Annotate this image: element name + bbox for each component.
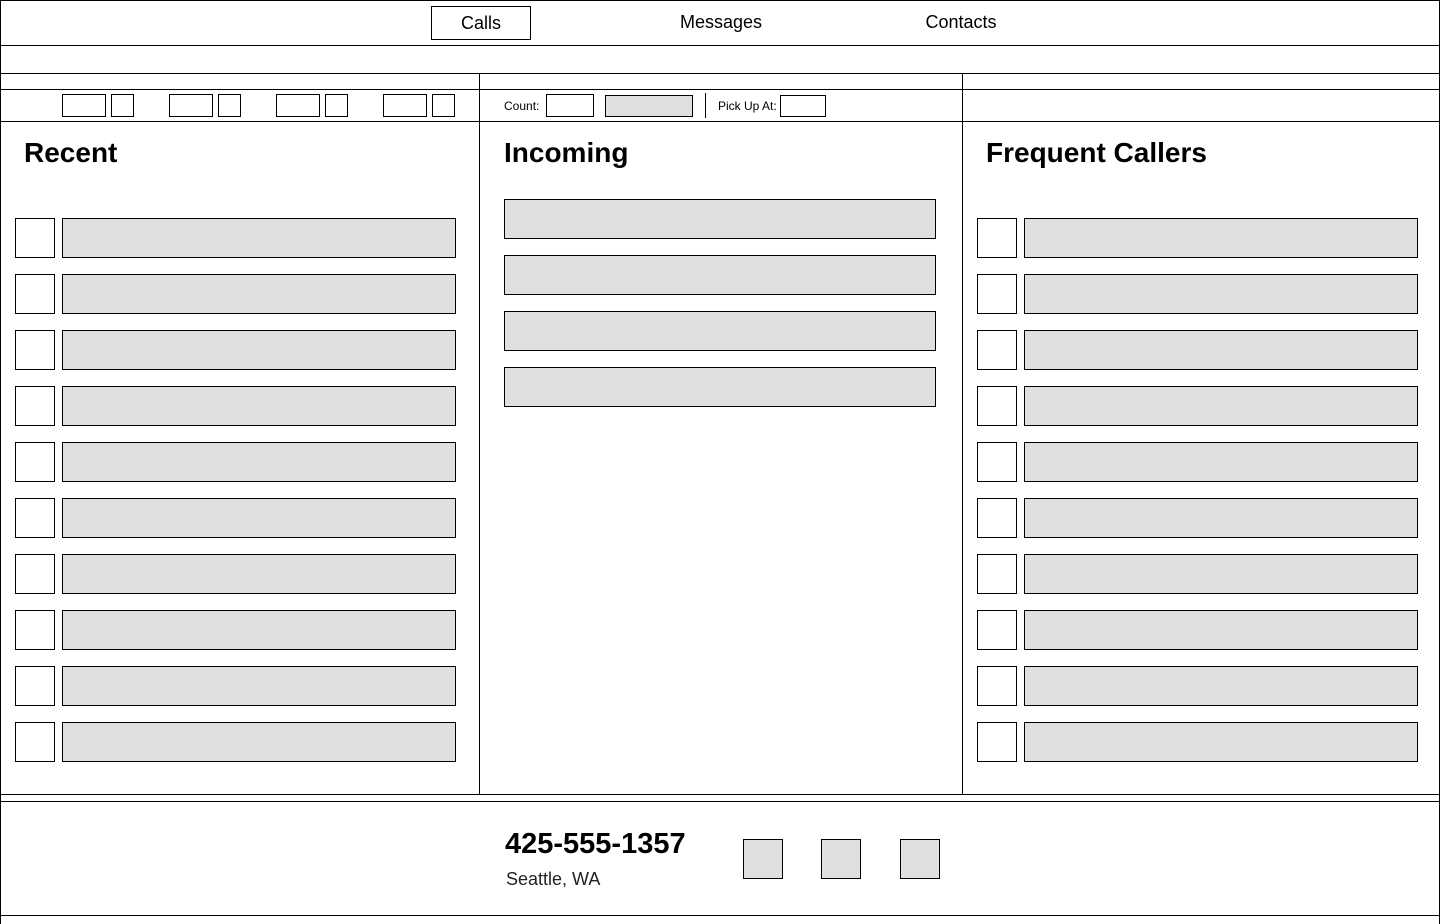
- call-action-button-2[interactable]: [821, 839, 861, 879]
- frequent-caller-avatar[interactable]: [977, 554, 1017, 594]
- filter-toggle-1[interactable]: [111, 94, 134, 117]
- filter-field-2[interactable]: [169, 94, 213, 117]
- frequent-caller-avatar[interactable]: [977, 330, 1017, 370]
- column-divider-right: [962, 73, 963, 794]
- recent-list-item[interactable]: [62, 722, 456, 762]
- caller-location: Seattle, WA: [506, 869, 601, 889]
- frequent-caller-avatar[interactable]: [977, 274, 1017, 314]
- filter-toggle-4[interactable]: [432, 94, 455, 117]
- count-input[interactable]: [546, 94, 594, 117]
- app-window: Calls Messages Contacts Count: Pick Up A…: [0, 0, 1440, 924]
- recent-avatar[interactable]: [15, 274, 55, 314]
- pickup-input[interactable]: [780, 95, 826, 117]
- frequent-caller-avatar[interactable]: [977, 610, 1017, 650]
- subheader-divider: [1, 89, 1440, 90]
- incoming-list-item[interactable]: [504, 255, 936, 295]
- pickup-label: Pick Up At:: [718, 99, 777, 113]
- recent-avatar[interactable]: [15, 722, 55, 762]
- frequent-caller-item[interactable]: [1024, 554, 1418, 594]
- recent-avatar[interactable]: [15, 442, 55, 482]
- recent-list-item[interactable]: [62, 442, 456, 482]
- incoming-title: Incoming: [504, 137, 629, 168]
- footer-divider-top: [1, 794, 1440, 795]
- frequent-caller-item[interactable]: [1024, 610, 1418, 650]
- banner-divider: [1, 73, 1440, 74]
- frequent-caller-avatar[interactable]: [977, 498, 1017, 538]
- recent-avatar[interactable]: [15, 498, 55, 538]
- frequent-caller-avatar[interactable]: [977, 666, 1017, 706]
- filter-field-3[interactable]: [276, 94, 320, 117]
- frequent-caller-avatar[interactable]: [977, 386, 1017, 426]
- recent-list-item[interactable]: [62, 274, 456, 314]
- recent-list-item[interactable]: [62, 554, 456, 594]
- recent-avatar[interactable]: [15, 666, 55, 706]
- recent-avatar[interactable]: [15, 218, 55, 258]
- tab-calls[interactable]: Calls: [431, 6, 531, 40]
- recent-avatar[interactable]: [15, 330, 55, 370]
- frequent-caller-item[interactable]: [1024, 498, 1418, 538]
- recent-list-item[interactable]: [62, 610, 456, 650]
- tab-contacts[interactable]: Contacts: [901, 6, 1021, 40]
- recent-list-item[interactable]: [62, 498, 456, 538]
- frequent-caller-avatar[interactable]: [977, 442, 1017, 482]
- incoming-list-item[interactable]: [504, 311, 936, 351]
- frequent-caller-item[interactable]: [1024, 386, 1418, 426]
- frequent-caller-item[interactable]: [1024, 722, 1418, 762]
- recent-list-item[interactable]: [62, 386, 456, 426]
- frequent-caller-item[interactable]: [1024, 330, 1418, 370]
- column-divider-left: [479, 73, 480, 794]
- recent-avatar[interactable]: [15, 386, 55, 426]
- filter-toggle-2[interactable]: [218, 94, 241, 117]
- tab-messages[interactable]: Messages: [661, 6, 781, 40]
- toolbar-divider: [1, 121, 1440, 122]
- recent-avatar[interactable]: [15, 610, 55, 650]
- toolbar-separator: [705, 93, 706, 118]
- frequent-callers-title: Frequent Callers: [986, 137, 1207, 168]
- footer-divider-inner: [1, 801, 1440, 802]
- frequent-caller-avatar[interactable]: [977, 218, 1017, 258]
- filter-field-1[interactable]: [62, 94, 106, 117]
- incoming-list-item[interactable]: [504, 367, 936, 407]
- recent-list-item[interactable]: [62, 218, 456, 258]
- call-action-button-3[interactable]: [900, 839, 940, 879]
- recent-list-item[interactable]: [62, 330, 456, 370]
- frequent-caller-item[interactable]: [1024, 218, 1418, 258]
- top-border: [1, 0, 1440, 1]
- count-label: Count:: [504, 99, 540, 113]
- count-action-button[interactable]: [605, 95, 693, 117]
- filter-toggle-3[interactable]: [325, 94, 348, 117]
- recent-title: Recent: [24, 137, 118, 168]
- incoming-list-item[interactable]: [504, 199, 936, 239]
- frequent-caller-item[interactable]: [1024, 274, 1418, 314]
- nav-divider: [1, 45, 1440, 46]
- recent-avatar[interactable]: [15, 554, 55, 594]
- frequent-caller-item[interactable]: [1024, 666, 1418, 706]
- recent-list-item[interactable]: [62, 666, 456, 706]
- caller-phone-number: 425-555-1357: [505, 828, 686, 860]
- frequent-caller-avatar[interactable]: [977, 722, 1017, 762]
- frequent-caller-item[interactable]: [1024, 442, 1418, 482]
- filter-field-4[interactable]: [383, 94, 427, 117]
- call-action-button-1[interactable]: [743, 839, 783, 879]
- footer-divider-bottom: [1, 915, 1440, 916]
